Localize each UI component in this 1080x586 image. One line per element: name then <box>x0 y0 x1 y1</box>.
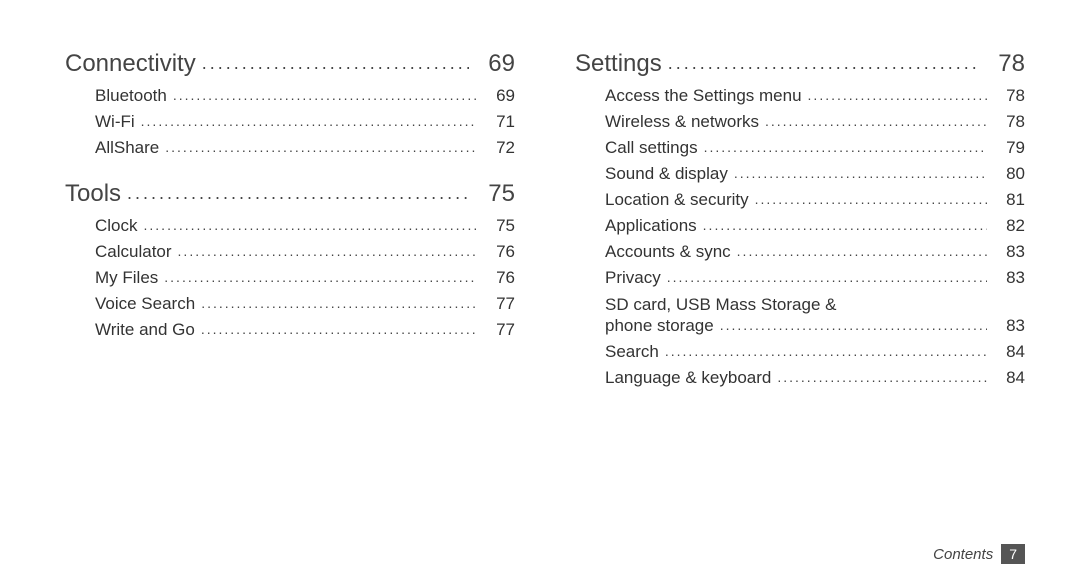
item-page: 80 <box>987 164 1025 184</box>
dot-leaders <box>200 53 469 74</box>
item-label: Calculator <box>95 242 176 262</box>
toc-item: Applications 82 <box>575 216 1025 236</box>
dot-leaders <box>663 343 987 359</box>
dot-leaders <box>139 113 477 129</box>
item-label: Language & keyboard <box>605 368 775 388</box>
item-page: 78 <box>987 86 1025 106</box>
item-page: 69 <box>477 86 515 106</box>
item-label: Search <box>605 342 663 362</box>
contents-page: Connectivity 69 Bluetooth 69 Wi-Fi 71 Al… <box>0 0 1080 586</box>
dot-leaders <box>171 87 477 103</box>
dot-leaders <box>163 139 477 155</box>
item-page: 84 <box>987 342 1025 362</box>
dot-leaders <box>142 217 477 233</box>
dot-leaders <box>763 113 987 129</box>
dot-leaders <box>718 317 987 333</box>
dot-leaders <box>806 87 987 103</box>
item-label: Wireless & networks <box>605 112 763 132</box>
item-label: Sound & display <box>605 164 732 184</box>
section-title: Connectivity <box>65 50 200 78</box>
item-page: 83 <box>987 316 1025 336</box>
toc-item: Wireless & networks 78 <box>575 112 1025 132</box>
section-title: Settings <box>575 50 666 78</box>
item-page: 81 <box>987 190 1025 210</box>
item-label: phone storage <box>605 316 718 336</box>
toc-item: Privacy 83 <box>575 268 1025 288</box>
item-page: 83 <box>987 268 1025 288</box>
item-label: My Files <box>95 268 162 288</box>
dot-leaders <box>176 243 477 259</box>
item-page: 71 <box>477 112 515 132</box>
toc-item: Sound & display 80 <box>575 164 1025 184</box>
dot-leaders <box>666 53 979 74</box>
toc-item: Accounts & sync 83 <box>575 242 1025 262</box>
columns: Connectivity 69 Bluetooth 69 Wi-Fi 71 Al… <box>65 50 1025 556</box>
dot-leaders <box>701 217 987 233</box>
toc-item: Clock 75 <box>65 216 515 236</box>
dot-leaders <box>753 191 987 207</box>
page-footer: Contents 7 <box>933 544 1025 564</box>
item-page: 84 <box>987 368 1025 388</box>
dot-leaders <box>125 183 469 204</box>
item-label: Call settings <box>605 138 702 158</box>
item-page: 76 <box>477 268 515 288</box>
dot-leaders <box>162 269 477 285</box>
item-page: 77 <box>477 320 515 340</box>
dot-leaders <box>702 139 987 155</box>
toc-item: Location & security 81 <box>575 190 1025 210</box>
left-column: Connectivity 69 Bluetooth 69 Wi-Fi 71 Al… <box>65 50 515 556</box>
dot-leaders <box>199 321 477 337</box>
item-label: Voice Search <box>95 294 199 314</box>
right-column: Settings 78 Access the Settings menu 78 … <box>575 50 1025 556</box>
item-page: 78 <box>987 112 1025 132</box>
toc-item: phone storage 83 <box>575 316 1025 336</box>
toc-item: Wi-Fi 71 <box>65 112 515 132</box>
item-label: Bluetooth <box>95 86 171 106</box>
section-connectivity: Connectivity 69 <box>65 50 515 78</box>
toc-item: Language & keyboard 84 <box>575 368 1025 388</box>
item-page: 75 <box>477 216 515 236</box>
item-page: 72 <box>477 138 515 158</box>
toc-item: Calculator 76 <box>65 242 515 262</box>
toc-item: My Files 76 <box>65 268 515 288</box>
dot-leaders <box>665 269 987 285</box>
toc-item-lead: SD card, USB Mass Storage & <box>575 294 1025 316</box>
toc-item: Write and Go 77 <box>65 320 515 340</box>
item-label: Write and Go <box>95 320 199 340</box>
section-page: 78 <box>979 50 1025 78</box>
toc-item: Voice Search 77 <box>65 294 515 314</box>
item-label: Applications <box>605 216 701 236</box>
item-page: 77 <box>477 294 515 314</box>
item-label: Accounts & sync <box>605 242 735 262</box>
item-label: Location & security <box>605 190 753 210</box>
toc-item: Bluetooth 69 <box>65 86 515 106</box>
dot-leaders <box>775 369 987 385</box>
section-settings: Settings 78 <box>575 50 1025 78</box>
section-tools: Tools 75 <box>65 180 515 208</box>
item-page: 76 <box>477 242 515 262</box>
footer-page-number: 7 <box>1001 544 1025 564</box>
item-label: AllShare <box>95 138 163 158</box>
toc-item: Search 84 <box>575 342 1025 362</box>
footer-label: Contents <box>933 546 993 563</box>
dot-leaders <box>735 243 987 259</box>
toc-item: Access the Settings menu 78 <box>575 86 1025 106</box>
item-label: Wi-Fi <box>95 112 139 132</box>
item-page: 82 <box>987 216 1025 236</box>
item-label: Clock <box>95 216 142 236</box>
item-page: 83 <box>987 242 1025 262</box>
toc-item: Call settings 79 <box>575 138 1025 158</box>
toc-item: AllShare 72 <box>65 138 515 158</box>
section-title: Tools <box>65 180 125 208</box>
item-label: Privacy <box>605 268 665 288</box>
item-label: Access the Settings menu <box>605 86 806 106</box>
section-page: 75 <box>469 180 515 208</box>
dot-leaders <box>199 295 477 311</box>
section-page: 69 <box>469 50 515 78</box>
dot-leaders <box>732 165 987 181</box>
item-page: 79 <box>987 138 1025 158</box>
